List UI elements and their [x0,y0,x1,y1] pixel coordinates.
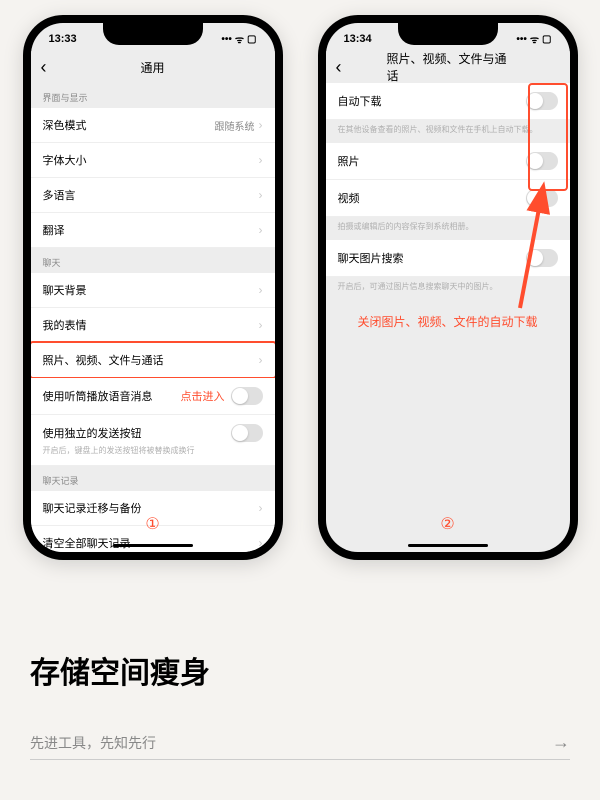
main-title: 存储空间瘦身 [30,648,570,692]
cell-video[interactable]: 视频 [326,180,570,217]
section-header-history: 聊天记录 [31,466,275,491]
chevron-icon: › [259,501,263,515]
chevron-icon: › [259,153,263,167]
section-header-display: 界面与显示 [31,83,275,108]
cell-photo-video[interactable]: 照片、视频、文件与通话 › [31,343,275,378]
phone-left: 13:33 ••• ᯤ ▢ ‹ 通用 界面与显示 深色模式 跟随系统› 字体大小… [23,15,283,560]
status-time: 13:33 [49,33,77,45]
nav-bar: ‹ 通用 [31,51,275,83]
subtitle-row: 先进工具，先知先行 → [30,732,570,760]
battery-icon: ▢ [247,34,256,45]
auto-download-desc: 在其他设备查看的照片、视频和文件在手机上自动下载。 [326,120,570,143]
arrow-right-icon: → [552,732,570,753]
section-header-chat: 聊天 [31,248,275,273]
chevron-icon: › [259,188,263,202]
chevron-icon: › [259,118,263,132]
toggle-video[interactable] [526,189,558,207]
phone-right: 13:34 ••• ᯤ ▢ ‹ 照片、视频、文件与通话 自动下载 在其他设备查看… [318,15,578,560]
subtitle-text: 先进工具，先知先行 [30,733,156,753]
home-indicator [113,544,193,547]
search-desc: 开启后，可通过图片信息搜索聊天中的图片。 [326,277,570,300]
toggle-chat-img-search[interactable] [526,249,558,267]
cell-earpiece[interactable]: 使用听筒播放语音消息 点击进入 [31,378,275,415]
toggle-auto-download[interactable] [526,92,558,110]
edit-desc: 拍摄或编辑后的内容保存到系统相册。 [326,217,570,240]
notch [398,23,498,45]
cell-translate[interactable]: 翻译 › [31,213,275,248]
toggle-earpiece[interactable] [231,387,263,405]
cell-send-button[interactable]: 使用独立的发送按钮 开启后，键盘上的发送按钮将被替换成换行 [31,415,275,466]
wifi-icon: ᯤ [235,32,244,46]
cell-multi-lang[interactable]: 多语言 › [31,178,275,213]
chevron-icon: › [259,536,263,550]
cell-chat-img-search[interactable]: 聊天图片搜索 [326,240,570,277]
bottom-section: 存储空间瘦身 先进工具，先知先行 → [30,648,570,760]
nav-title: 通用 [140,59,164,76]
cell-photo[interactable]: 照片 [326,143,570,180]
cell-chat-bg[interactable]: 聊天背景 › [31,273,275,308]
nav-bar: ‹ 照片、视频、文件与通话 [326,51,570,83]
signal-icon: ••• [221,34,232,45]
toggle-photo[interactable] [526,152,558,170]
chevron-icon: › [259,318,263,332]
cell-auto-download[interactable]: 自动下载 [326,83,570,120]
annotation-disable: 关闭图片、视频、文件的自动下载 [326,313,570,330]
status-time: 13:34 [344,33,372,45]
back-button[interactable]: ‹ [336,57,342,78]
chevron-icon: › [259,353,263,367]
wifi-icon: ᯤ [530,32,539,46]
battery-icon: ▢ [542,34,551,45]
chevron-icon: › [259,283,263,297]
chevron-icon: › [259,223,263,237]
notch [103,23,203,45]
cell-font-size[interactable]: 字体大小 › [31,143,275,178]
cell-dark-mode[interactable]: 深色模式 跟随系统› [31,108,275,143]
step-number-2: ② [440,514,454,534]
home-indicator [408,544,488,547]
nav-title: 照片、视频、文件与通话 [387,50,509,84]
signal-icon: ••• [516,34,527,45]
annotation-enter: 点击进入 [181,388,225,404]
back-button[interactable]: ‹ [41,57,47,78]
toggle-send-button[interactable] [231,424,263,442]
cell-my-stickers[interactable]: 我的表情 › [31,308,275,343]
step-number-1: ① [145,514,159,534]
